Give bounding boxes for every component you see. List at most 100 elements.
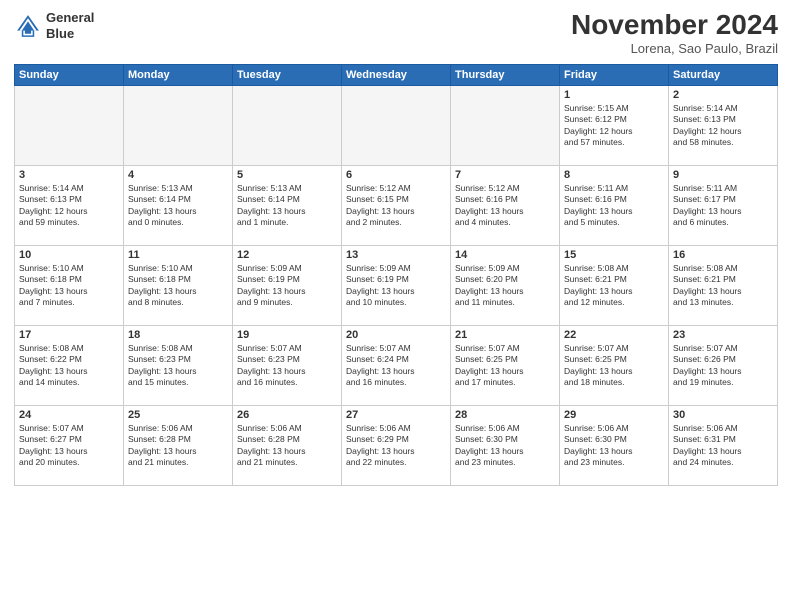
col-tuesday: Tuesday xyxy=(233,64,342,85)
logo: General Blue xyxy=(14,10,94,41)
month-title: November 2024 xyxy=(571,10,778,41)
logo-text: General Blue xyxy=(46,10,94,41)
calendar-cell: 7 Sunrise: 5:12 AMSunset: 6:16 PMDaylight… xyxy=(451,165,560,245)
day-info: Sunrise: 5:06 AMSunset: 6:29 PMDaylight:… xyxy=(346,423,446,469)
calendar-cell: 14 Sunrise: 5:09 AMSunset: 6:20 PMDayligh… xyxy=(451,245,560,325)
day-info: Sunrise: 5:10 AMSunset: 6:18 PMDaylight:… xyxy=(19,263,119,309)
day-number: 25 xyxy=(128,409,228,421)
day-info: Sunrise: 5:12 AMSunset: 6:15 PMDaylight:… xyxy=(346,183,446,229)
day-info: Sunrise: 5:08 AMSunset: 6:23 PMDaylight:… xyxy=(128,343,228,389)
calendar-cell: 17Sunrise: 5:08 AMSunset: 6:22 PMDayligh… xyxy=(15,325,124,405)
day-info: Sunrise: 5:09 AMSunset: 6:20 PMDaylight:… xyxy=(455,263,555,309)
calendar-cell: 24 Sunrise: 5:07 AMSunset: 6:27 PMDayligh… xyxy=(15,405,124,485)
calendar-cell: 26Sunrise: 5:06 AMSunset: 6:28 PMDayligh… xyxy=(233,405,342,485)
day-info: Sunrise: 5:11 AMSunset: 6:16 PMDaylight:… xyxy=(564,183,664,229)
day-info: Sunrise: 5:13 AMSunset: 6:14 PMDaylight:… xyxy=(128,183,228,229)
day-number: 22 xyxy=(564,329,664,341)
calendar-cell: 25 Sunrise: 5:06 AMSunset: 6:28 PMDayligh… xyxy=(124,405,233,485)
calendar-cell: 11Sunrise: 5:10 AMSunset: 6:18 PMDayligh… xyxy=(124,245,233,325)
calendar-cell: 12 Sunrise: 5:09 AMSunset: 6:19 PMDayligh… xyxy=(233,245,342,325)
calendar-cell: 28Sunrise: 5:06 AMSunset: 6:30 PMDayligh… xyxy=(451,405,560,485)
location-subtitle: Lorena, Sao Paulo, Brazil xyxy=(571,41,778,56)
calendar-cell: 23Sunrise: 5:07 AMSunset: 6:26 PMDayligh… xyxy=(669,325,778,405)
calendar-cell xyxy=(451,85,560,165)
calendar-cell: 13Sunrise: 5:09 AMSunset: 6:19 PMDayligh… xyxy=(342,245,451,325)
col-monday: Monday xyxy=(124,64,233,85)
day-number: 4 xyxy=(128,169,228,181)
calendar-week-row: 10 Sunrise: 5:10 AMSunset: 6:18 PMDayligh… xyxy=(15,245,778,325)
calendar-week-row: 1Sunrise: 5:15 AMSunset: 6:12 PMDaylight… xyxy=(15,85,778,165)
day-info: Sunrise: 5:07 AMSunset: 6:25 PMDaylight:… xyxy=(564,343,664,389)
day-info: Sunrise: 5:09 AMSunset: 6:19 PMDaylight:… xyxy=(237,263,337,309)
calendar-cell xyxy=(342,85,451,165)
day-number: 21 xyxy=(455,329,555,341)
calendar-cell: 18 Sunrise: 5:08 AMSunset: 6:23 PMDayligh… xyxy=(124,325,233,405)
day-number: 14 xyxy=(455,249,555,261)
day-number: 16 xyxy=(673,249,773,261)
calendar-cell xyxy=(15,85,124,165)
calendar-cell: 1Sunrise: 5:15 AMSunset: 6:12 PMDaylight… xyxy=(560,85,669,165)
day-info: Sunrise: 5:07 AMSunset: 6:26 PMDaylight:… xyxy=(673,343,773,389)
day-number: 20 xyxy=(346,329,446,341)
day-info: Sunrise: 5:14 AMSunset: 6:13 PMDaylight:… xyxy=(19,183,119,229)
col-wednesday: Wednesday xyxy=(342,64,451,85)
calendar-cell: 5 Sunrise: 5:13 AMSunset: 6:14 PMDaylight… xyxy=(233,165,342,245)
day-info: Sunrise: 5:09 AMSunset: 6:19 PMDaylight:… xyxy=(346,263,446,309)
day-info: Sunrise: 5:06 AMSunset: 6:31 PMDaylight:… xyxy=(673,423,773,469)
calendar-cell: 3 Sunrise: 5:14 AMSunset: 6:13 PMDaylight… xyxy=(15,165,124,245)
calendar-cell: 30Sunrise: 5:06 AMSunset: 6:31 PMDayligh… xyxy=(669,405,778,485)
calendar-cell: 27 Sunrise: 5:06 AMSunset: 6:29 PMDayligh… xyxy=(342,405,451,485)
header: General Blue November 2024 Lorena, Sao P… xyxy=(14,10,778,56)
calendar-cell: 8Sunrise: 5:11 AMSunset: 6:16 PMDaylight… xyxy=(560,165,669,245)
calendar-cell xyxy=(124,85,233,165)
col-saturday: Saturday xyxy=(669,64,778,85)
calendar-cell: 16 Sunrise: 5:08 AMSunset: 6:21 PMDayligh… xyxy=(669,245,778,325)
day-info: Sunrise: 5:06 AMSunset: 6:28 PMDaylight:… xyxy=(128,423,228,469)
day-info: Sunrise: 5:06 AMSunset: 6:30 PMDaylight:… xyxy=(564,423,664,469)
day-info: Sunrise: 5:07 AMSunset: 6:25 PMDaylight:… xyxy=(455,343,555,389)
day-number: 26 xyxy=(237,409,337,421)
day-number: 24 xyxy=(19,409,119,421)
calendar-week-row: 24 Sunrise: 5:07 AMSunset: 6:27 PMDayligh… xyxy=(15,405,778,485)
day-info: Sunrise: 5:07 AMSunset: 6:23 PMDaylight:… xyxy=(237,343,337,389)
day-info: Sunrise: 5:07 AMSunset: 6:24 PMDaylight:… xyxy=(346,343,446,389)
day-number: 9 xyxy=(673,169,773,181)
calendar-cell: 15Sunrise: 5:08 AMSunset: 6:21 PMDayligh… xyxy=(560,245,669,325)
col-sunday: Sunday xyxy=(15,64,124,85)
day-number: 27 xyxy=(346,409,446,421)
calendar-table: Sunday Monday Tuesday Wednesday Thursday… xyxy=(14,64,778,486)
calendar-cell: 29 Sunrise: 5:06 AMSunset: 6:30 PMDayligh… xyxy=(560,405,669,485)
calendar-week-row: 17Sunrise: 5:08 AMSunset: 6:22 PMDayligh… xyxy=(15,325,778,405)
day-info: Sunrise: 5:08 AMSunset: 6:21 PMDaylight:… xyxy=(673,263,773,309)
day-number: 3 xyxy=(19,169,119,181)
day-number: 29 xyxy=(564,409,664,421)
day-info: Sunrise: 5:07 AMSunset: 6:27 PMDaylight:… xyxy=(19,423,119,469)
day-number: 15 xyxy=(564,249,664,261)
day-number: 19 xyxy=(237,329,337,341)
calendar-cell: 10 Sunrise: 5:10 AMSunset: 6:18 PMDayligh… xyxy=(15,245,124,325)
day-info: Sunrise: 5:11 AMSunset: 6:17 PMDaylight:… xyxy=(673,183,773,229)
day-number: 28 xyxy=(455,409,555,421)
col-friday: Friday xyxy=(560,64,669,85)
day-info: Sunrise: 5:13 AMSunset: 6:14 PMDaylight:… xyxy=(237,183,337,229)
day-number: 18 xyxy=(128,329,228,341)
day-number: 10 xyxy=(19,249,119,261)
day-number: 5 xyxy=(237,169,337,181)
day-info: Sunrise: 5:15 AMSunset: 6:12 PMDaylight:… xyxy=(564,103,664,149)
calendar-header-row: Sunday Monday Tuesday Wednesday Thursday… xyxy=(15,64,778,85)
day-info: Sunrise: 5:14 AMSunset: 6:13 PMDaylight:… xyxy=(673,103,773,149)
calendar-cell: 20 Sunrise: 5:07 AMSunset: 6:24 PMDayligh… xyxy=(342,325,451,405)
day-info: Sunrise: 5:12 AMSunset: 6:16 PMDaylight:… xyxy=(455,183,555,229)
calendar-cell: 21 Sunrise: 5:07 AMSunset: 6:25 PMDayligh… xyxy=(451,325,560,405)
day-number: 17 xyxy=(19,329,119,341)
calendar-week-row: 3 Sunrise: 5:14 AMSunset: 6:13 PMDaylight… xyxy=(15,165,778,245)
calendar-cell: 22 Sunrise: 5:07 AMSunset: 6:25 PMDayligh… xyxy=(560,325,669,405)
day-number: 7 xyxy=(455,169,555,181)
calendar-cell: 4 Sunrise: 5:13 AMSunset: 6:14 PMDaylight… xyxy=(124,165,233,245)
day-info: Sunrise: 5:10 AMSunset: 6:18 PMDaylight:… xyxy=(128,263,228,309)
calendar-cell: 2Sunrise: 5:14 AMSunset: 6:13 PMDaylight… xyxy=(669,85,778,165)
day-number: 12 xyxy=(237,249,337,261)
calendar-cell xyxy=(233,85,342,165)
day-number: 6 xyxy=(346,169,446,181)
page: General Blue November 2024 Lorena, Sao P… xyxy=(0,0,792,612)
